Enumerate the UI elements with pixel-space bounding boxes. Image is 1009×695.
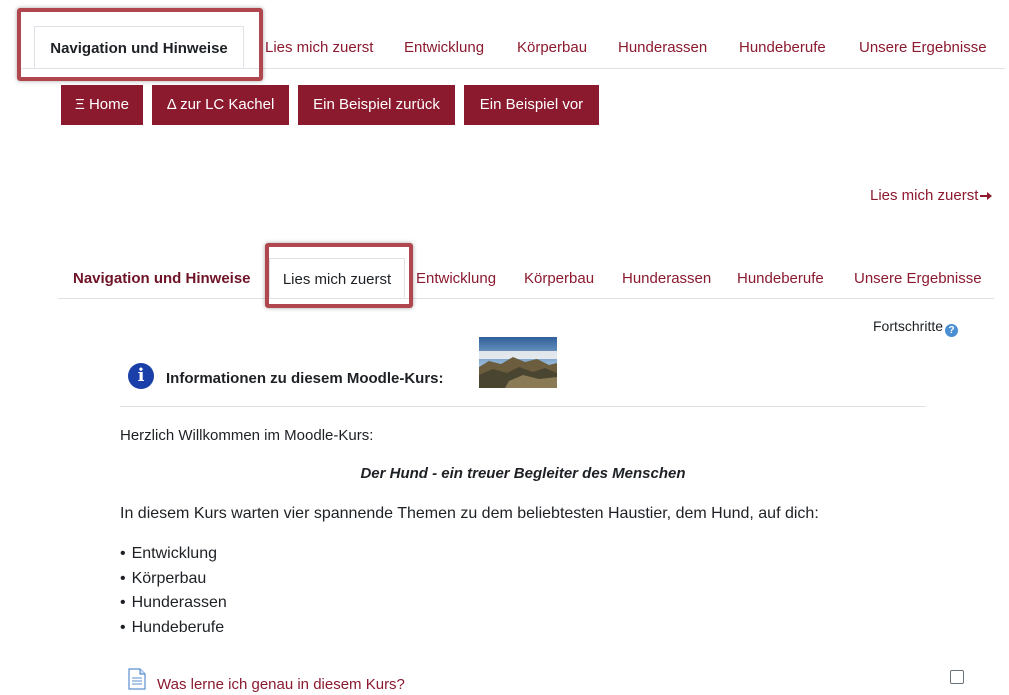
activity-link[interactable]: Was lerne ich genau in diesem Kurs? — [157, 676, 405, 693]
next-example-button[interactable]: Ein Beispiel vor — [464, 85, 599, 125]
info-icon: i — [128, 363, 154, 389]
welcome-text: Herzlich Willkommen im Moodle-Kurs: — [120, 427, 374, 444]
section-tab-navigation-und-hinweise[interactable]: Navigation und Hinweise — [73, 258, 251, 298]
tab-lies-mich-zuerst[interactable]: Lies mich zuerst — [265, 26, 373, 68]
intro-text: In diesem Kurs warten vier spannende The… — [120, 505, 819, 522]
landscape-thumbnail — [479, 337, 557, 388]
completion-checkbox[interactable] — [950, 670, 964, 684]
divider — [120, 406, 926, 407]
section-tab-entwicklung[interactable]: Entwicklung — [416, 258, 496, 298]
section-tab-hundeberufe[interactable]: Hundeberufe — [737, 258, 824, 298]
section-tab-lies-mich-zuerst[interactable]: Lies mich zuerst — [269, 258, 405, 298]
section-tab-hunderassen[interactable]: Hunderassen — [622, 258, 711, 298]
topic-list: Entwicklung Körperbau Hunderassen Hundeb… — [120, 544, 227, 642]
next-section-label: Lies mich zuerst — [870, 187, 979, 204]
list-item: Hundeberufe — [120, 618, 227, 643]
top-tab-bar: Navigation und Hinweise Lies mich zuerst… — [18, 26, 1005, 69]
info-title: Informationen zu diesem Moodle-Kurs: — [166, 370, 444, 387]
tab-navigation-und-hinweise[interactable]: Navigation und Hinweise — [34, 26, 244, 68]
lc-kachel-button[interactable]: Δ zur LC Kachel — [152, 85, 289, 125]
progress-label: Fortschritte? — [873, 318, 959, 337]
list-item: Hunderassen — [120, 593, 227, 618]
tab-entwicklung[interactable]: Entwicklung — [404, 26, 484, 68]
arrow-right-icon — [980, 187, 993, 204]
list-item: Körperbau — [120, 569, 227, 594]
tab-koerperbau[interactable]: Körperbau — [517, 26, 587, 68]
previous-example-button[interactable]: Ein Beispiel zurück — [298, 85, 455, 125]
section-tab-unsere-ergebnisse[interactable]: Unsere Ergebnisse — [854, 258, 982, 298]
tab-unsere-ergebnisse[interactable]: Unsere Ergebnisse — [859, 26, 987, 68]
tab-hunderassen[interactable]: Hunderassen — [618, 26, 707, 68]
home-button[interactable]: Ξ Home — [61, 85, 143, 125]
progress-label-text: Fortschritte — [873, 318, 944, 334]
tab-hundeberufe[interactable]: Hundeberufe — [739, 26, 826, 68]
page-icon — [128, 668, 146, 690]
list-item: Entwicklung — [120, 544, 227, 569]
next-section-link[interactable]: Lies mich zuerst — [870, 187, 993, 204]
help-icon[interactable]: ? — [945, 324, 959, 337]
course-title: Der Hund - ein treuer Begleiter des Mens… — [360, 465, 686, 482]
section-tab-bar: Navigation und Hinweise Lies mich zuerst… — [58, 258, 994, 299]
section-tab-koerperbau[interactable]: Körperbau — [524, 258, 594, 298]
